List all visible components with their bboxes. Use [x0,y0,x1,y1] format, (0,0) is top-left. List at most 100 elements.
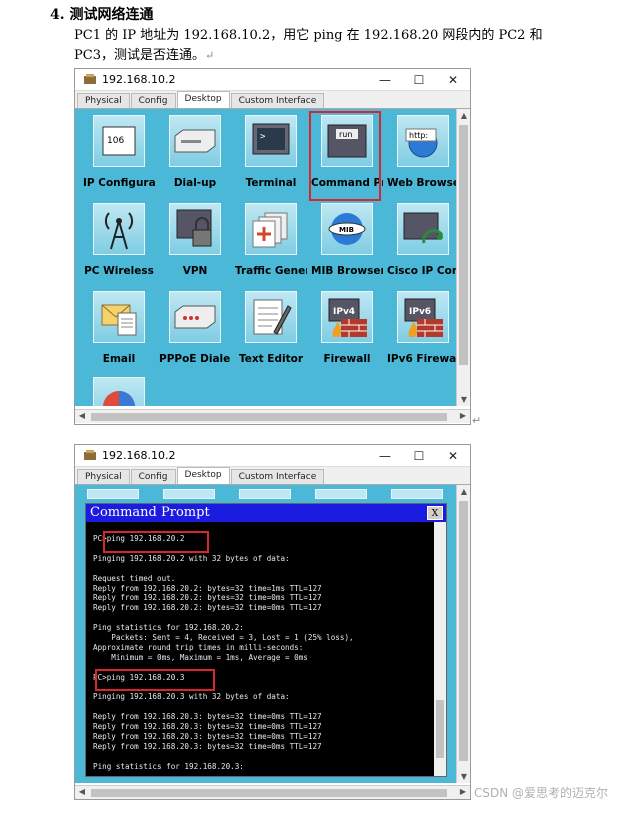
app-label: Text Editor [238,353,304,365]
scroll-right-icon[interactable]: ▶ [456,411,470,420]
maximize-button[interactable]: ☐ [402,449,436,463]
scroll-down-icon[interactable]: ▼ [457,395,470,404]
background-app-icon [87,489,139,499]
app-ip-configuration[interactable]: 106 IP Configuration [83,115,155,189]
traffic-icon [245,203,297,255]
app-cisco-ip-communicator[interactable]: Cisco IP Communicator [387,203,459,277]
desktop-content: Command Prompt X PC>ping 192.168.20.2 Pin… [75,485,470,783]
browser-icon-text: http: [409,131,428,140]
hscroll-thumb[interactable] [91,413,447,421]
scroll-up-icon[interactable]: ▲ [457,487,470,496]
svg-text:>: > [260,132,266,142]
desktop-content: 106 IP Configuration Dial-up > Terminal … [75,109,470,406]
app-pie-partial[interactable] [83,377,155,406]
wireless-icon [93,203,145,255]
tab-config[interactable]: Config [130,469,176,484]
mib-icon: MIB [321,203,373,255]
app-pppoe-dialer[interactable]: PPPoE Dialer [159,291,231,365]
app-text-editor[interactable]: Text Editor [235,291,307,365]
pie-chart-icon [93,377,145,406]
paragraph-line-1: PC1 的 IP 地址为 192.168.10.2，用它 ping 在 192.… [74,28,543,43]
app-dial-up[interactable]: Dial-up [159,115,231,189]
cmd-close-button[interactable]: X [427,506,443,520]
app-label: IP Configuration [83,177,155,189]
cmd-titlebar: Command Prompt X [86,504,446,522]
cmd-scroll-thumb[interactable] [436,700,444,758]
mib-icon-text: MIB [339,226,354,234]
horizontal-scrollbar[interactable]: ◀ ▶ [75,785,470,799]
background-app-icon [315,489,367,499]
tab-physical[interactable]: Physical [77,93,130,108]
scroll-left-icon[interactable]: ◀ [75,411,89,420]
tab-custom-interface[interactable]: Custom Interface [230,93,325,108]
app-label: MIB Browser [311,265,383,277]
firewall6-icon: IPv6 [397,291,449,343]
cmd-line: Reply from 192.168.20.3: bytes=32 time=0… [93,732,322,741]
horizontal-scrollbar[interactable]: ◀ ▶ [75,409,470,423]
app-ipv6-firewall[interactable]: IPv6 IPv6 Firewall [387,291,459,365]
scroll-down-icon[interactable]: ▼ [457,772,470,781]
cmd-scrollbar[interactable] [434,522,446,776]
vertical-scrollbar[interactable]: ▲ ▼ [456,485,470,783]
pc-desktop-window: 192.168.10.2 — ☐ ✕ Physical Config Deskt… [74,68,471,425]
pc-app-icon [84,73,96,84]
ip-config-icon-text: 106 [107,136,124,146]
app-pc-wireless[interactable]: PC Wireless [83,203,155,277]
headset-icon [397,203,449,255]
app-terminal[interactable]: > Terminal [235,115,307,189]
window-title: 192.168.10.2 [102,73,176,86]
titlebar[interactable]: 192.168.10.2 — ☐ ✕ [75,69,470,91]
app-traffic-generator[interactable]: Traffic Generator [235,203,307,277]
scroll-left-icon[interactable]: ◀ [75,787,89,796]
cmd-line: Reply from 192.168.20.2: bytes=32 time=0… [93,603,322,613]
scroll-thumb[interactable] [459,501,468,761]
cmd-line: Ping statistics for 192.168.20.2: [93,623,244,633]
app-label: Traffic Generator [235,265,307,277]
scroll-thumb[interactable] [459,125,468,365]
paragraph-text: PC3，测试是否连通。 [74,48,205,63]
app-firewall[interactable]: IPv4 Firewall [311,291,383,365]
command-prompt-window: 192.168.10.2 — ☐ ✕ Physical Config Deskt… [74,444,471,800]
cmd-line: Request timed out. [93,573,176,583]
window-title: 192.168.10.2 [102,449,176,462]
firewall-icon-text: IPv4 [333,307,355,317]
vertical-scrollbar[interactable]: ▲ ▼ [456,109,470,406]
close-button[interactable]: ✕ [436,449,470,463]
browser-icon: http: [397,115,449,167]
tab-physical[interactable]: Physical [77,469,130,484]
app-label: Email [102,353,136,365]
app-label: Cisco IP Communicator [387,265,459,277]
app-web-browser[interactable]: http: Web Browser [387,115,459,189]
app-mib-browser[interactable]: MIB MIB Browser [311,203,383,277]
minimize-button[interactable]: — [368,73,402,87]
app-email[interactable]: Email [83,291,155,365]
tab-custom-interface[interactable]: Custom Interface [230,469,325,484]
app-label: IPv6 Firewall [387,353,459,365]
cmd-line: Reply from 192.168.20.2: bytes=32 time=1… [93,583,322,593]
paragraph-mark: ↵ [472,414,482,427]
section-heading: 4. 测试网络连通 [50,7,154,23]
firewall-icon: IPv4 [321,291,373,343]
cmd-output[interactable]: PC>ping 192.168.20.2 Pinging 192.168.20.2… [86,522,446,776]
app-vpn[interactable]: VPN [159,203,231,277]
scroll-right-icon[interactable]: ▶ [456,787,470,796]
tab-desktop[interactable]: Desktop [176,91,230,108]
email-icon [93,291,145,343]
cmd-line: Reply from 192.168.20.3: bytes=32 time=0… [93,712,322,722]
hscroll-thumb[interactable] [91,789,447,797]
cmd-line: Packets: Sent = 4, Received = 3, Lost = … [93,633,354,642]
cmd-line: Ping statistics for 192.168.20.3: [93,761,244,771]
scroll-up-icon[interactable]: ▲ [457,111,470,120]
tab-desktop[interactable]: Desktop [176,467,230,484]
cmd-title: Command Prompt [90,505,210,520]
background-app-icon [391,489,443,499]
terminal-icon: > [245,115,297,167]
close-button[interactable]: ✕ [436,73,470,87]
minimize-button[interactable]: — [368,449,402,463]
modem-icon [169,115,221,167]
titlebar[interactable]: 192.168.10.2 — ☐ ✕ [75,445,470,467]
pc-app-icon [84,449,96,460]
maximize-button[interactable]: ☐ [402,73,436,87]
text-editor-icon [245,291,297,343]
tab-config[interactable]: Config [130,93,176,108]
